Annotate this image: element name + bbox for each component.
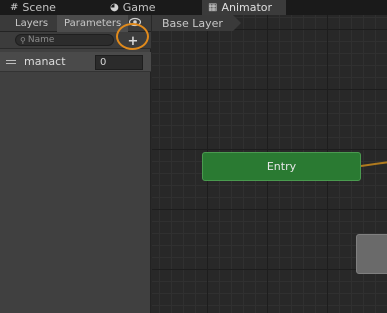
tab-animator[interactable]: ▦ Animator <box>202 0 286 15</box>
parameters-panel: Layers Parameters ⚲ + manact <box>0 15 151 313</box>
state-node[interactable] <box>356 234 387 274</box>
panel-tab-bar: Layers Parameters <box>0 15 151 32</box>
entry-node[interactable]: Entry <box>202 152 361 181</box>
grid-icon: # <box>10 2 19 13</box>
tab-animator-label: Animator <box>221 1 273 14</box>
search-input[interactable] <box>27 35 108 45</box>
transition-arrow[interactable] <box>360 160 387 167</box>
tab-game-label: Game <box>122 1 156 14</box>
animator-graph[interactable]: Base Layer Entry <box>152 15 387 313</box>
breadcrumb-base-layer: Base Layer <box>162 16 223 30</box>
animator-icon: ▦ <box>208 2 218 13</box>
pacman-icon: ◕ <box>110 2 119 13</box>
plus-icon: + <box>127 33 139 49</box>
add-parameter-button[interactable]: + <box>118 33 148 49</box>
tab-layers[interactable]: Layers <box>8 15 55 32</box>
parameter-name[interactable]: manact <box>24 55 94 68</box>
tab-parameters-label: Parameters <box>64 18 122 29</box>
parameter-value-field[interactable] <box>95 55 143 70</box>
parameter-row[interactable]: manact <box>0 52 151 72</box>
search-field[interactable]: ⚲ <box>15 34 114 46</box>
drag-handle-icon[interactable] <box>6 59 16 64</box>
tab-game[interactable]: ◕ Game <box>104 0 161 15</box>
search-icon: ⚲ <box>20 35 26 45</box>
entry-node-label: Entry <box>266 160 297 173</box>
tab-scene-label: Scene <box>22 1 56 14</box>
window-tab-bar: # Scene ◕ Game ▦ Animator <box>0 0 387 15</box>
tab-scene[interactable]: # Scene <box>4 0 62 15</box>
tab-parameters[interactable]: Parameters <box>57 15 129 32</box>
eye-icon[interactable] <box>129 17 141 27</box>
parameters-toolbar: ⚲ + <box>0 32 151 49</box>
tab-layers-label: Layers <box>15 18 49 29</box>
breadcrumb[interactable]: Base Layer <box>152 15 241 31</box>
